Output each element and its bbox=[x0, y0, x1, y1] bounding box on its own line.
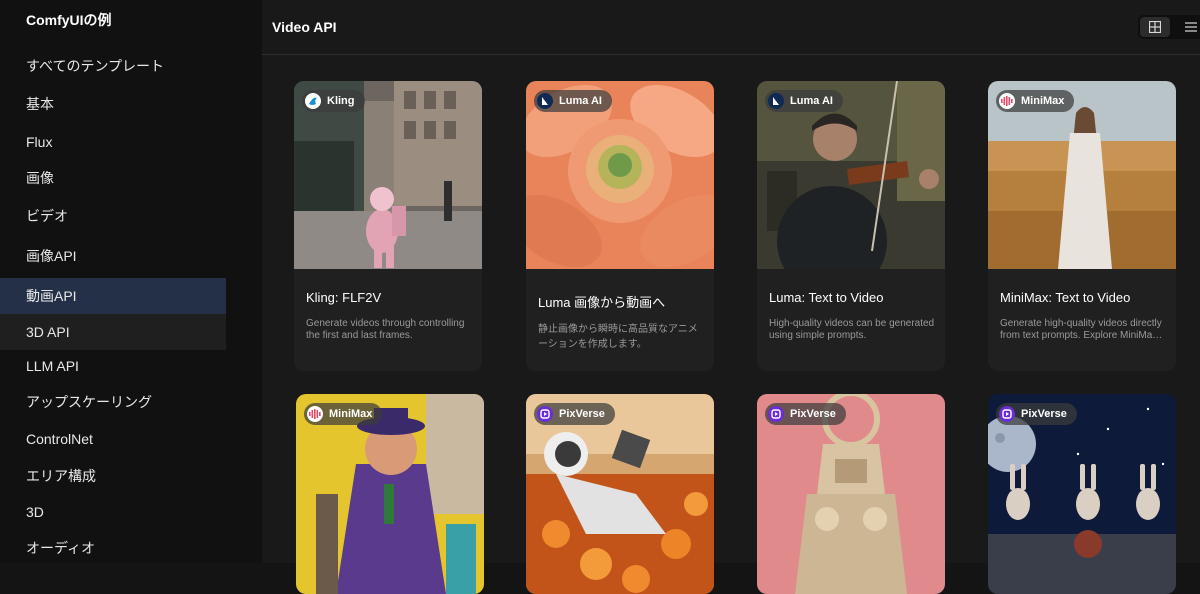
card-thumbnail: Kling bbox=[294, 81, 482, 269]
template-card-pixverse-3[interactable]: PixVerse bbox=[988, 394, 1176, 594]
template-card-kling-flf2v[interactable]: Kling Kling: FLF2V Generate videos throu… bbox=[294, 81, 482, 371]
sidebar-item-audio[interactable]: オーディオ bbox=[0, 530, 226, 567]
sidebar-item-all-templates[interactable]: すべてのテンプレート bbox=[0, 48, 226, 85]
sidebar-item-video[interactable]: ビデオ bbox=[0, 198, 226, 235]
card-thumbnail: MiniMax bbox=[988, 81, 1176, 269]
sidebar-item-image[interactable]: 画像 bbox=[0, 160, 226, 197]
provider-badge: PixVerse bbox=[765, 403, 846, 425]
card-title: Luma: Text to Video bbox=[769, 290, 884, 305]
provider-name: MiniMax bbox=[329, 408, 373, 420]
card-description: Generate videos through controlling the … bbox=[306, 318, 465, 341]
minimax-logo-icon bbox=[999, 93, 1015, 109]
list-view-icon bbox=[1185, 22, 1197, 32]
card-thumbnail: Luma AI bbox=[757, 81, 945, 269]
template-card-minimax-text-to-video[interactable]: MiniMax MiniMax: Text to Video Generate … bbox=[988, 81, 1176, 371]
provider-name: Luma AI bbox=[790, 95, 833, 107]
template-card-luma-text-to-video[interactable]: Luma AI Luma: Text to Video High-quality… bbox=[757, 81, 945, 371]
provider-name: Kling bbox=[327, 95, 355, 107]
card-title: Luma 画像から動画へ bbox=[538, 295, 666, 310]
sidebar-item-controlnet[interactable]: ControlNet bbox=[0, 421, 226, 458]
provider-badge: Kling bbox=[302, 90, 365, 112]
template-card-pixverse-2[interactable]: PixVerse bbox=[757, 394, 945, 594]
sidebar-item-3d-api[interactable]: 3D API bbox=[0, 314, 226, 350]
provider-name: PixVerse bbox=[790, 408, 836, 420]
sidebar-item-basics[interactable]: 基本 bbox=[0, 86, 226, 123]
page-title: Video API bbox=[272, 19, 337, 35]
sidebar: ComfyUIの例 すべてのテンプレート 基本 Flux 画像 ビデオ 画像AP… bbox=[0, 0, 262, 563]
provider-badge: MiniMax bbox=[996, 90, 1075, 112]
pixverse-logo-icon bbox=[768, 406, 784, 422]
provider-name: MiniMax bbox=[1021, 95, 1065, 107]
sidebar-item-upscaling[interactable]: アップスケーリング bbox=[0, 384, 226, 421]
card-description: High-quality videos can be generated usi… bbox=[769, 318, 935, 341]
provider-badge: PixVerse bbox=[996, 403, 1077, 425]
sidebar-item-llm-api[interactable]: LLM API bbox=[0, 348, 226, 385]
card-description: 静止画像から瞬時に高品質なアニメーションを作成します。 bbox=[538, 324, 698, 350]
sidebar-item-3d[interactable]: 3D bbox=[0, 494, 226, 531]
provider-name: PixVerse bbox=[559, 408, 605, 420]
grid-view-button[interactable] bbox=[1140, 17, 1170, 37]
minimax-logo-icon bbox=[307, 406, 323, 422]
provider-name: Luma AI bbox=[559, 95, 602, 107]
provider-badge: Luma AI bbox=[765, 90, 843, 112]
main-panel: Video API Kling Kling: FLF2V Generate vi… bbox=[262, 0, 1200, 594]
sidebar-item-video-api[interactable]: 動画API bbox=[0, 278, 226, 315]
provider-badge: PixVerse bbox=[534, 403, 615, 425]
template-card-pixverse-1[interactable]: PixVerse bbox=[526, 394, 714, 594]
luma-logo-icon bbox=[537, 93, 553, 109]
card-description: Generate high-quality videos directly fr… bbox=[1000, 318, 1165, 341]
sidebar-item-image-api[interactable]: 画像API bbox=[0, 238, 226, 275]
template-card-luma-image-to-video[interactable]: Luma AI Luma 画像から動画へ 静止画像から瞬時に高品質なアニメーショ… bbox=[526, 81, 714, 371]
card-title: Kling: FLF2V bbox=[306, 290, 382, 305]
sidebar-item-area-composition[interactable]: エリア構成 bbox=[0, 458, 226, 495]
provider-badge: MiniMax bbox=[304, 403, 383, 425]
sidebar-item-flux[interactable]: Flux bbox=[0, 124, 226, 161]
card-thumbnail: MiniMax bbox=[296, 394, 484, 594]
list-view-button[interactable] bbox=[1176, 17, 1200, 37]
view-toggle bbox=[1138, 15, 1200, 39]
card-thumbnail: PixVerse bbox=[526, 394, 714, 594]
app-title: ComfyUIの例 bbox=[26, 12, 112, 28]
pixverse-logo-icon bbox=[999, 406, 1015, 422]
kling-logo-icon bbox=[305, 93, 321, 109]
pixverse-logo-icon bbox=[537, 406, 553, 422]
provider-badge: Luma AI bbox=[534, 90, 612, 112]
template-card-minimax[interactable]: MiniMax bbox=[296, 394, 484, 594]
card-thumbnail: PixVerse bbox=[757, 394, 945, 594]
header: Video API bbox=[262, 0, 1200, 55]
card-title: MiniMax: Text to Video bbox=[1000, 290, 1131, 305]
luma-logo-icon bbox=[768, 93, 784, 109]
provider-name: PixVerse bbox=[1021, 408, 1067, 420]
card-thumbnail: PixVerse bbox=[988, 394, 1176, 594]
grid-view-icon bbox=[1149, 21, 1161, 33]
card-thumbnail: Luma AI bbox=[526, 81, 714, 269]
